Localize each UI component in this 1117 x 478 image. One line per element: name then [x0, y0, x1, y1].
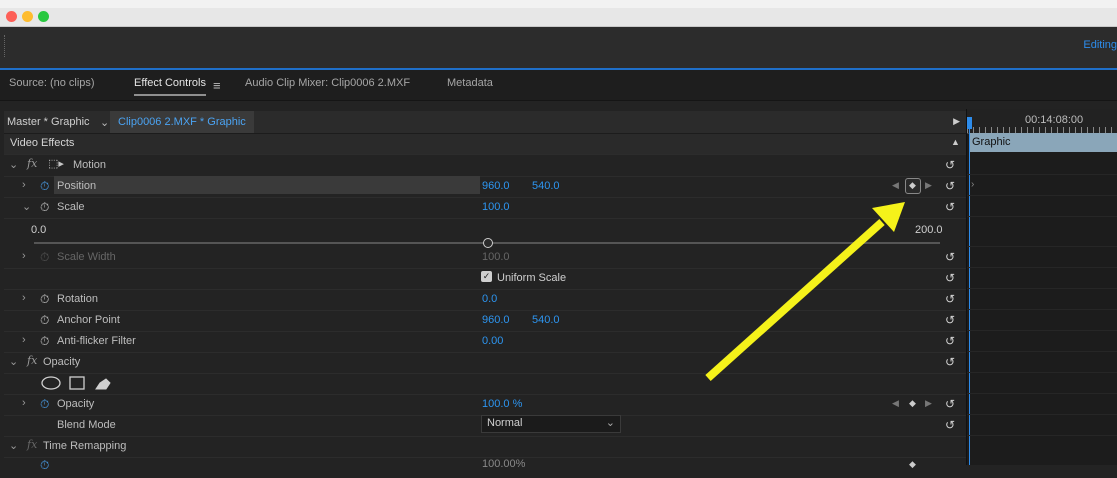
annotation-arrow-shaft	[705, 219, 885, 381]
annotation-arrow	[705, 202, 905, 381]
